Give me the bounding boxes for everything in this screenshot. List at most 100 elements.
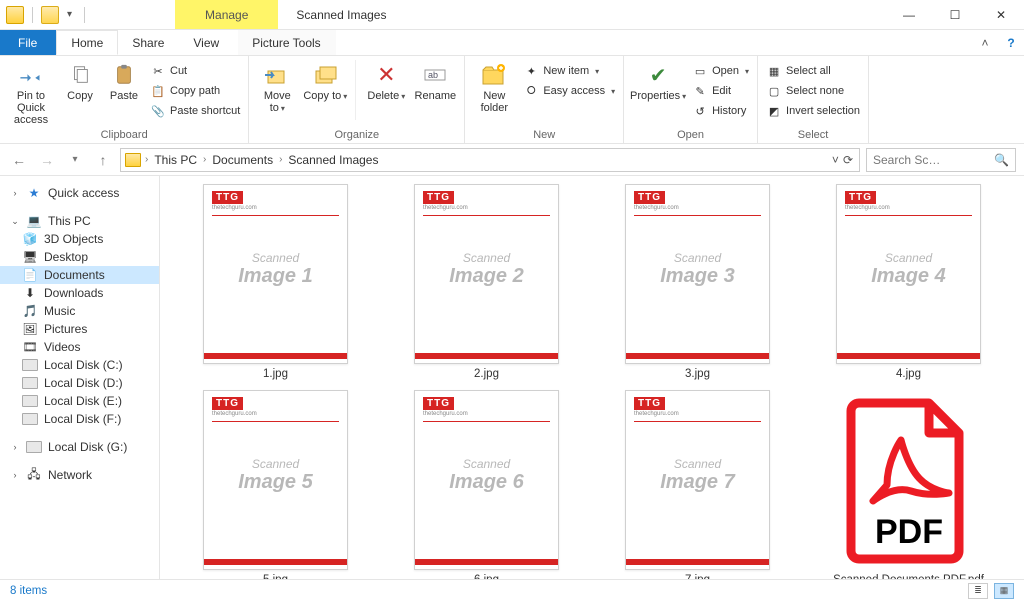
file-item[interactable]: TTGthetechguru.comScannedImage 66.jpg (391, 390, 582, 579)
maximize-button[interactable]: ☐ (932, 0, 978, 29)
copy-to-button[interactable]: Copy to▾ (303, 60, 347, 102)
sidebar-item-local-disk-d-[interactable]: Local Disk (D:) (0, 374, 159, 392)
file-item[interactable]: TTGthetechguru.comScannedImage 11.jpg (180, 184, 371, 380)
back-button[interactable]: ← (8, 149, 30, 171)
copy-path-button[interactable]: 📋Copy path (148, 82, 242, 100)
new-item-button[interactable]: ✦New item▾ (521, 62, 617, 80)
breadcrumb[interactable]: Scanned Images (284, 153, 382, 167)
chevron-right-icon[interactable]: › (279, 154, 282, 165)
qat-dropdown[interactable]: ▾ (63, 9, 76, 20)
sidebar-item-pictures[interactable]: 🖼Pictures (0, 320, 159, 338)
history-button[interactable]: ↺History (690, 102, 751, 120)
up-button[interactable]: ↑ (92, 149, 114, 171)
copy-button[interactable]: Copy (60, 60, 100, 102)
cut-button[interactable]: ✂Cut (148, 62, 242, 80)
tab-home[interactable]: Home (56, 30, 118, 55)
pin-quick-access-button[interactable]: Pin to Quick access (6, 60, 56, 126)
address-bar[interactable]: › This PC › Documents › Scanned Images ˅… (120, 148, 860, 172)
chevron-right-icon: › (10, 188, 20, 198)
folder-icon: 🖥 (22, 250, 38, 264)
select-all-button[interactable]: ▦Select all (764, 62, 862, 80)
folder-icon: 📄 (22, 268, 38, 282)
tab-file[interactable]: File (0, 30, 56, 55)
file-thumbnail: TTGthetechguru.comScannedImage 1 (203, 184, 348, 364)
chevron-right-icon[interactable]: › (145, 154, 148, 165)
folder-icon: 🧊 (22, 232, 38, 246)
pdf-icon: PDF (839, 395, 979, 565)
drive-icon (22, 376, 38, 390)
sidebar-item-local-g[interactable]: › Local Disk (G:) (0, 438, 159, 456)
address-dropdown[interactable]: ˅ (832, 153, 839, 167)
sidebar-item-label: Documents (44, 268, 105, 282)
paste-button[interactable]: Paste (104, 60, 144, 102)
invert-selection-button[interactable]: ◩Invert selection (764, 102, 862, 120)
sidebar-item-local-disk-f-[interactable]: Local Disk (F:) (0, 410, 159, 428)
sidebar-item-3d-objects[interactable]: 🧊3D Objects (0, 230, 159, 248)
qat-divider (32, 7, 33, 23)
file-item[interactable]: TTGthetechguru.comScannedImage 55.jpg (180, 390, 371, 579)
select-all-icon: ▦ (766, 63, 782, 79)
forward-button[interactable]: → (36, 149, 58, 171)
brand-badge: TTG (634, 191, 665, 204)
window-title: Scanned Images (278, 0, 386, 29)
brand-badge: TTG (634, 397, 665, 410)
new-folder-icon (481, 62, 507, 88)
properties-button[interactable]: ✔ Properties▾ (630, 60, 686, 102)
paste-shortcut-button[interactable]: 📎Paste shortcut (148, 102, 242, 120)
folder-icon[interactable] (41, 6, 59, 24)
view-large-icons-button[interactable]: ▦ (994, 583, 1014, 599)
view-details-button[interactable]: ≣ (968, 583, 988, 599)
new-item-icon: ✦ (523, 63, 539, 79)
sidebar-item-desktop[interactable]: 🖥Desktop (0, 248, 159, 266)
help-button[interactable]: ? (998, 30, 1024, 55)
sidebar-item-local-disk-e-[interactable]: Local Disk (E:) (0, 392, 159, 410)
file-name: 7.jpg (685, 574, 710, 579)
file-thumbnail: TTGthetechguru.comScannedImage 7 (625, 390, 770, 570)
context-tab-manage[interactable]: Manage (175, 0, 278, 29)
sidebar-item-downloads[interactable]: ⬇Downloads (0, 284, 159, 302)
sidebar-item-music[interactable]: 🎵Music (0, 302, 159, 320)
tab-view[interactable]: View (179, 30, 234, 55)
delete-button[interactable]: ✕ Delete▾ (364, 60, 408, 102)
minimize-button[interactable]: ― (886, 0, 932, 29)
search-input[interactable]: Search Sc… 🔍 (866, 148, 1016, 172)
breadcrumb[interactable]: This PC (150, 153, 201, 167)
sidebar-item-videos[interactable]: 🎞Videos (0, 338, 159, 356)
file-item[interactable]: PDFScanned Documents PDF.pdf (813, 390, 1004, 579)
recent-button[interactable]: ▾ (64, 149, 86, 171)
star-icon: ★ (26, 186, 42, 200)
sidebar-item-local-disk-c-[interactable]: Local Disk (C:) (0, 356, 159, 374)
edit-button[interactable]: ✎Edit (690, 82, 751, 100)
sidebar-item-quick-access[interactable]: › ★ Quick access (0, 184, 159, 202)
move-to-button[interactable]: Move to▾ (255, 60, 299, 114)
brand-badge: TTG (212, 191, 243, 204)
sidebar-item-documents[interactable]: 📄 Documents (0, 266, 159, 284)
ribbon-collapse-button[interactable]: ˄ (972, 30, 998, 55)
file-name: 3.jpg (685, 368, 710, 380)
window-controls: ― ☐ ✕ (886, 0, 1024, 29)
tab-share[interactable]: Share (118, 30, 179, 55)
file-item[interactable]: TTGthetechguru.comScannedImage 33.jpg (602, 184, 793, 380)
copy-path-icon: 📋 (150, 83, 166, 99)
sidebar-item-this-pc[interactable]: ⌄ 💻 This PC (0, 212, 159, 230)
chevron-right-icon[interactable]: › (203, 154, 206, 165)
file-item[interactable]: TTGthetechguru.comScannedImage 7 7.jpg (602, 390, 793, 579)
tab-picture-tools[interactable]: Picture Tools (238, 30, 335, 55)
close-button[interactable]: ✕ (978, 0, 1024, 29)
sidebar-item-label: Local Disk (E:) (44, 394, 122, 408)
group-label-open: Open (630, 127, 751, 143)
new-folder-button[interactable]: New folder (471, 60, 517, 114)
sidebar-item-label: Videos (44, 340, 80, 354)
file-item[interactable]: TTGthetechguru.comScannedImage 22.jpg (391, 184, 582, 380)
easy-access-button[interactable]: ⭘Easy access▾ (521, 82, 617, 100)
sidebar-item-label: Local Disk (D:) (44, 376, 123, 390)
folder-icon[interactable] (6, 6, 24, 24)
select-none-button[interactable]: ▢Select none (764, 82, 862, 100)
refresh-button[interactable]: ⟳ (843, 153, 853, 167)
rename-button[interactable]: ab Rename (412, 60, 458, 102)
file-list[interactable]: TTGthetechguru.comScannedImage 11.jpgTTG… (160, 176, 1024, 579)
sidebar-item-network[interactable]: › 🖧 Network (0, 466, 159, 484)
file-item[interactable]: TTGthetechguru.comScannedImage 44.jpg (813, 184, 1004, 380)
open-button[interactable]: ▭Open▾ (690, 62, 751, 80)
breadcrumb[interactable]: Documents (208, 153, 277, 167)
